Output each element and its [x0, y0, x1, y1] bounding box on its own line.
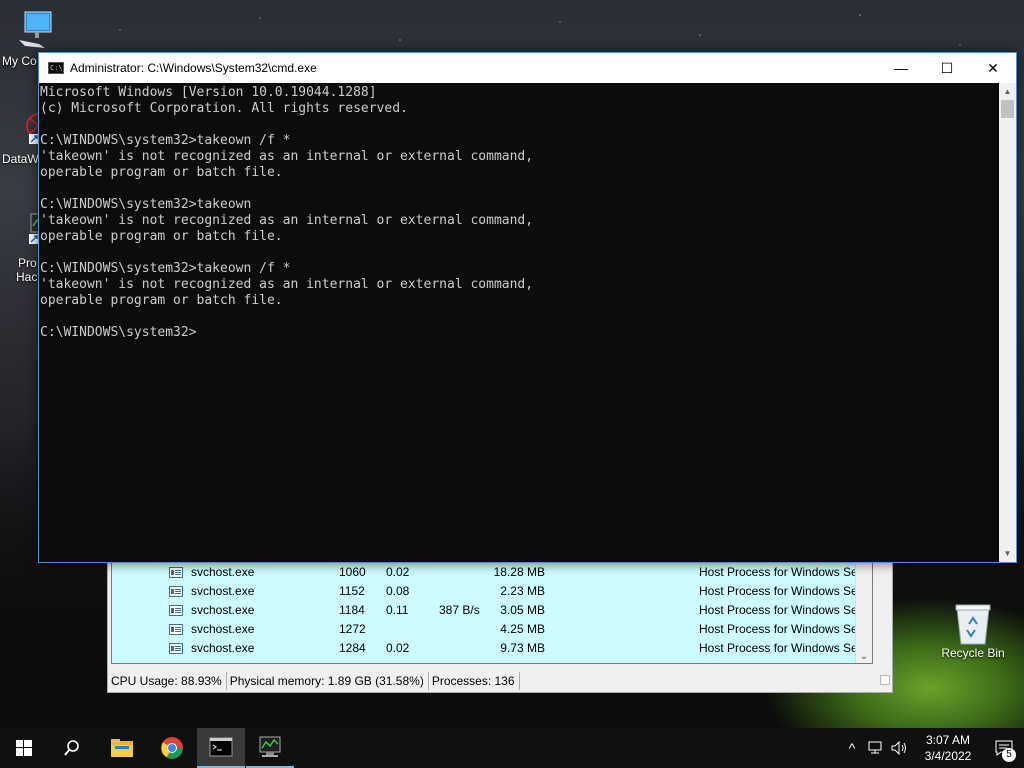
process-list[interactable]: svchost.exe 1060 0.02 18.28 MB Host Proc… — [111, 563, 873, 664]
table-row[interactable]: svchost.exe 1272 4.25 MB Host Process fo… — [112, 620, 872, 639]
volume-icon[interactable] — [888, 728, 912, 768]
process-cpu: 0.11 — [386, 603, 409, 617]
process-description: Host Process for Windows Ser... — [699, 565, 872, 579]
scroll-up-arrow-icon[interactable]: ▲ — [999, 83, 1016, 100]
process-description: Host Process for Windows Ser... — [699, 641, 872, 655]
console-line: 'takeown' is not recognized as an intern… — [40, 213, 534, 228]
desktop-icon-recycle-bin[interactable]: Recycle Bin — [938, 602, 1008, 660]
process-icon — [169, 567, 183, 578]
cmd-app-icon: C:\_ — [48, 62, 67, 74]
process-memory: 2.23 MB — [500, 584, 545, 598]
process-pid: 1152 — [339, 584, 365, 598]
clock-time: 3:07 AM — [925, 733, 971, 747]
folder-icon — [111, 739, 133, 757]
resize-grip-icon[interactable] — [880, 675, 890, 685]
console-line: C:\WINDOWS\system32> — [40, 325, 197, 340]
network-icon[interactable] — [864, 728, 888, 768]
console-line: C:\WINDOWS\system32>takeown — [40, 197, 252, 212]
process-pid: 1060 — [339, 565, 366, 579]
console-line: C:\WINDOWS\system32>takeown /f * — [40, 133, 291, 148]
table-row[interactable]: svchost.exe 1152 0.08 2.23 MB Host Proce… — [112, 582, 872, 601]
scroll-down-arrow-icon[interactable]: ▼ — [999, 545, 1016, 562]
cpu-usage-status: CPU Usage: 88.93% — [108, 672, 227, 690]
process-pid: 1284 — [339, 641, 366, 655]
process-cpu: 0.02 — [386, 565, 410, 579]
scrollbar-thumb[interactable] — [1001, 100, 1014, 118]
show-hidden-icons-chevron-icon[interactable]: ^ — [840, 728, 864, 768]
console-line: operable program or batch file. — [40, 165, 283, 180]
table-row[interactable]: svchost.exe 1284 0.02 9.73 MB Host Proce… — [112, 639, 872, 658]
desktop-icon-label: Recycle Bin — [941, 646, 1005, 660]
process-pid: 1184 — [339, 603, 365, 617]
taskbar-chrome[interactable] — [148, 728, 196, 768]
computer-icon — [15, 10, 55, 50]
console-line: operable program or batch file. — [40, 293, 283, 308]
process-memory: 3.05 MB — [500, 603, 545, 617]
process-cpu: 0.08 — [386, 584, 410, 598]
process-icon — [169, 605, 183, 616]
taskbar-cmd[interactable] — [197, 728, 245, 768]
window-title: Administrator: C:\Windows\System32\cmd.e… — [70, 61, 317, 75]
minimize-button[interactable]: — — [878, 53, 924, 83]
process-cpu: 0.02 — [386, 641, 410, 655]
maximize-button[interactable]: ☐ — [924, 53, 970, 83]
console-line: operable program or batch file. — [40, 229, 283, 244]
console-line: Microsoft Windows [Version 10.0.19044.12… — [40, 85, 377, 100]
console-output[interactable]: Microsoft Windows [Version 10.0.19044.12… — [39, 83, 999, 562]
console-line: 'takeown' is not recognized as an intern… — [40, 149, 534, 164]
process-name: svchost.exe — [191, 622, 255, 636]
process-name: svchost.exe — [191, 565, 255, 579]
console-line: 'takeown' is not recognized as an intern… — [40, 277, 534, 292]
table-row[interactable]: svchost.exe 1060 0.02 18.28 MB Host Proc… — [112, 563, 872, 582]
taskbar-process-hacker[interactable] — [246, 728, 294, 768]
process-memory: 18.28 MB — [493, 565, 545, 579]
console-line: C:\WINDOWS\system32>takeown /f * — [40, 261, 291, 276]
recycle-bin-icon — [953, 602, 993, 645]
table-row[interactable]: svchost.exe 1184 0.11 387 B/s 3.05 MB Ho… — [112, 601, 872, 620]
process-icon — [169, 643, 183, 654]
notification-count-badge: 5 — [1002, 748, 1016, 762]
search-button[interactable] — [48, 728, 96, 768]
physical-memory-status: Physical memory: 1.89 GB (31.58%) — [227, 672, 429, 690]
process-memory: 4.25 MB — [500, 622, 545, 636]
scroll-down-arrow-icon[interactable]: ⌄ — [856, 651, 872, 662]
process-name: svchost.exe — [191, 641, 255, 655]
process-icon — [169, 586, 183, 597]
action-center-button[interactable]: 5 — [984, 728, 1024, 768]
process-description: Host Process for Windows Ser... — [699, 622, 872, 636]
start-button[interactable] — [0, 728, 48, 768]
system-tray: ^ 3:07 AM 3/4/2022 5 — [840, 728, 1024, 768]
process-io: 387 B/s — [439, 603, 480, 617]
search-icon — [64, 740, 79, 756]
process-name: svchost.exe — [191, 584, 255, 598]
taskbar-file-explorer[interactable] — [98, 728, 146, 768]
process-description: Host Process for Windows Ser... — [699, 584, 872, 598]
status-bar: CPU Usage: 88.93% Physical memory: 1.89 … — [108, 670, 892, 692]
clock[interactable]: 3:07 AM 3/4/2022 — [912, 732, 984, 764]
process-icon — [169, 624, 183, 635]
console-line: (c) Microsoft Corporation. All rights re… — [40, 101, 408, 116]
process-description: Host Process for Windows Ser... — [699, 603, 872, 617]
cmd-window[interactable]: C:\_ Administrator: C:\Windows\System32\… — [38, 52, 1017, 563]
process-hacker-icon — [259, 736, 281, 757]
process-list-window: svchost.exe 1060 0.02 18.28 MB Host Proc… — [107, 563, 893, 693]
windows-logo-icon — [16, 740, 32, 756]
clock-date: 3/4/2022 — [924, 749, 972, 763]
process-list-scrollbar[interactable]: ⌄ — [855, 563, 872, 663]
taskbar: ^ 3:07 AM 3/4/2022 5 — [0, 728, 1024, 768]
process-memory: 9.73 MB — [500, 641, 545, 655]
cmd-titlebar[interactable]: C:\_ Administrator: C:\Windows\System32\… — [39, 53, 1016, 83]
processes-count-status: Processes: 136 — [429, 672, 520, 690]
process-name: svchost.exe — [191, 603, 255, 617]
console-scrollbar[interactable]: ▲ ▼ — [999, 83, 1016, 562]
chrome-icon — [161, 737, 183, 759]
close-button[interactable]: ✕ — [970, 53, 1016, 83]
command-prompt-icon — [209, 737, 233, 757]
process-pid: 1272 — [339, 622, 366, 636]
